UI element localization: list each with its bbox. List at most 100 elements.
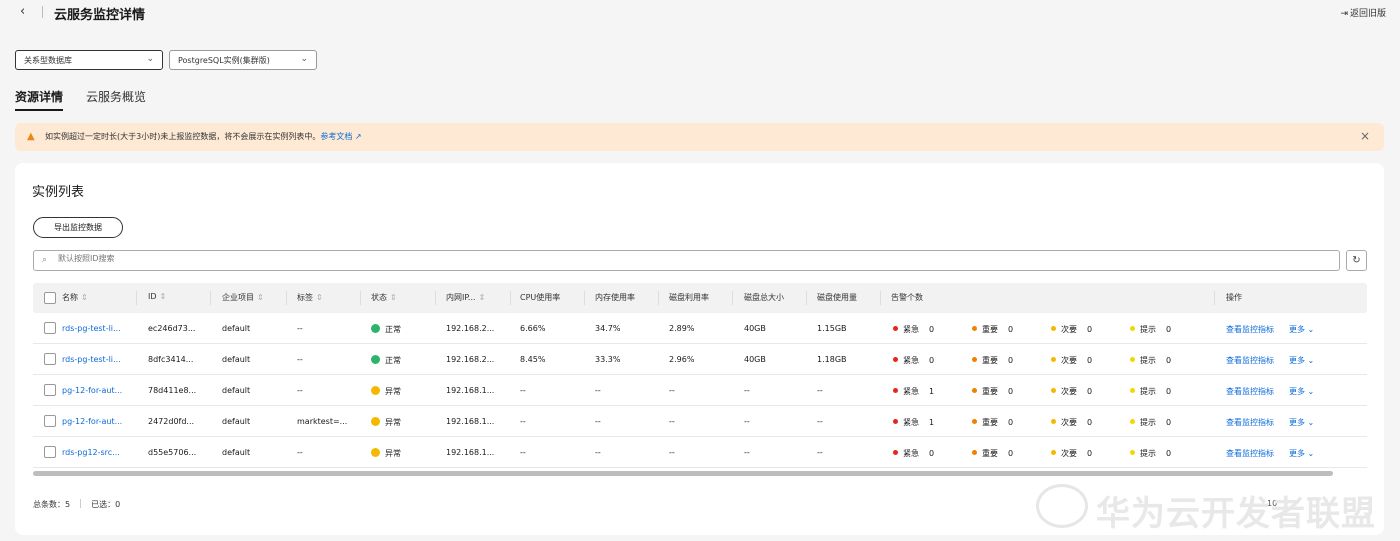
page-title: 云服务监控详情 (54, 8, 146, 23)
more-dropdown[interactable]: 更多 ⌄ (1289, 448, 1314, 459)
private-ip: 192.168.2... (446, 355, 495, 364)
close-icon[interactable]: × (1360, 129, 1370, 143)
chevron-down-icon: ⌄ (1307, 325, 1315, 334)
view-metrics-link[interactable]: 查看监控指标 (1226, 448, 1274, 459)
search-input[interactable] (58, 254, 958, 263)
table-row: pg-12-for-aut... 78d411e8... default -- … (33, 375, 1367, 406)
export-monitoring-data-button[interactable]: 导出监控数据 (33, 217, 123, 238)
col-name[interactable]: 名称 ⇕ (62, 292, 88, 303)
row-checkbox[interactable] (44, 446, 56, 458)
column-divider (880, 291, 881, 305)
back-arrow-icon[interactable]: ‹ (20, 4, 25, 19)
row-checkbox[interactable] (44, 384, 56, 396)
db-type-select[interactable]: 关系型数据库 ⌄ (15, 50, 163, 70)
table-footer: 总条数：5 已选：0 (33, 499, 120, 510)
warning-circle-icon (371, 386, 380, 395)
enterprise-project: default (222, 417, 251, 426)
weibo-logo-icon (1036, 484, 1088, 528)
more-dropdown[interactable]: 更多 ⌄ (1289, 324, 1314, 335)
minor-dot-icon (1051, 326, 1056, 331)
instance-list-card: 实例列表 导出监控数据 ⌕ ↻ 名称⇕ ID⇕ 企业项目⇕ 标签⇕ 状态⇕ 内网… (15, 163, 1384, 535)
sort-icon: ⇕ (257, 293, 264, 302)
view-metrics-link[interactable]: 查看监控指标 (1226, 417, 1274, 428)
row-checkbox[interactable] (44, 353, 56, 365)
info-label: 提示 (1140, 325, 1156, 334)
col-tags[interactable]: 标签 ⇕ (297, 292, 323, 303)
refresh-button[interactable]: ↻ (1346, 250, 1367, 271)
horizontal-scrollbar[interactable] (33, 471, 1333, 476)
info-count: 0 (1166, 418, 1172, 427)
alarm-critical: 紧急 1 (893, 417, 934, 428)
col-cpu: CPU使用率 (520, 293, 561, 302)
critical-label: 紧急 (903, 325, 919, 334)
table-row: rds-pg-test-li... ec246d73... default --… (33, 313, 1367, 344)
info-dot-icon (1130, 357, 1135, 362)
row-checkbox[interactable] (44, 322, 56, 334)
tab-service-overview[interactable]: 云服务概览 (86, 88, 146, 105)
minor-count: 0 (1087, 418, 1093, 427)
col-ip[interactable]: 内网IP... ⇕ (446, 292, 485, 303)
minor-dot-icon (1051, 450, 1056, 455)
alarm-minor: 次要 0 (1051, 386, 1092, 397)
major-label: 重要 (982, 418, 998, 427)
memory-usage: 34.7% (595, 324, 621, 333)
cpu-usage: -- (520, 417, 526, 426)
critical-dot-icon (893, 357, 898, 362)
top-bar: ‹ 云服务监控详情 ⇥ 返回旧版 (0, 0, 1400, 26)
check-circle-icon (371, 355, 380, 364)
col-alarms: 告警个数 (891, 293, 923, 302)
search-box[interactable]: ⌕ (33, 250, 1340, 271)
watermark: 华为云开发者联盟 (1036, 484, 1388, 534)
critical-label: 紧急 (903, 418, 919, 427)
view-metrics-link[interactable]: 查看监控指标 (1226, 355, 1274, 366)
column-divider (360, 291, 361, 305)
instance-name-link[interactable]: pg-12-for-aut... (62, 417, 122, 426)
major-count: 0 (1008, 325, 1014, 334)
critical-dot-icon (893, 419, 898, 424)
enterprise-project: default (222, 324, 251, 333)
col-project-label: 企业项目 (222, 293, 254, 302)
check-circle-icon (371, 324, 380, 333)
view-metrics-link[interactable]: 查看监控指标 (1226, 386, 1274, 397)
col-id[interactable]: ID ⇕ (148, 292, 166, 301)
warning-icon: ▲ (27, 131, 35, 142)
minor-count: 0 (1087, 356, 1093, 365)
more-dropdown[interactable]: 更多 ⌄ (1289, 386, 1314, 397)
disk-utilization: -- (669, 417, 675, 426)
tab-resource-details[interactable]: 资源详情 (15, 88, 63, 105)
disk-utilization: 2.96% (669, 355, 695, 364)
return-old-version-link[interactable]: ⇥ 返回旧版 (1340, 6, 1386, 19)
more-dropdown[interactable]: 更多 ⌄ (1289, 417, 1314, 428)
warning-circle-icon (371, 417, 380, 426)
private-ip: 192.168.1... (446, 386, 495, 395)
column-divider (1214, 291, 1215, 305)
col-status[interactable]: 状态 ⇕ (371, 292, 397, 303)
status: 异常 (371, 417, 401, 428)
search-icon: ⌕ (42, 255, 48, 265)
instance-name-link[interactable]: rds-pg-test-li... (62, 355, 121, 364)
reference-doc-link[interactable]: 参考文档 ↗ (320, 132, 361, 141)
view-metrics-link[interactable]: 查看监控指标 (1226, 324, 1274, 335)
major-label: 重要 (982, 325, 998, 334)
disk-used: -- (817, 417, 823, 426)
notice-banner: ▲ 如实例超过一定时长(大于3小时)未上报监控数据，将不会展示在实例列表中。参考… (15, 123, 1384, 151)
minor-label: 次要 (1061, 356, 1077, 365)
instance-type-select[interactable]: PostgreSQL实例(集群版) ⌄ (169, 50, 317, 70)
selected-count: 0 (115, 500, 121, 509)
more-dropdown[interactable]: 更多 ⌄ (1289, 355, 1314, 366)
memory-usage: -- (595, 448, 601, 457)
instance-list-title: 实例列表 (32, 185, 85, 200)
instance-name-link[interactable]: rds-pg-test-li... (62, 324, 121, 333)
col-project[interactable]: 企业项目 ⇕ (222, 292, 264, 303)
alarm-critical: 紧急 1 (893, 386, 934, 397)
row-checkbox[interactable] (44, 415, 56, 427)
minor-dot-icon (1051, 388, 1056, 393)
column-divider (286, 291, 287, 305)
instance-name-link[interactable]: pg-12-for-aut... (62, 386, 122, 395)
major-count: 0 (1008, 449, 1014, 458)
instance-name-link[interactable]: rds-pg12-src... (62, 448, 120, 457)
select-all-checkbox[interactable] (44, 292, 56, 304)
memory-usage: 33.3% (595, 355, 621, 364)
tags: -- (297, 386, 303, 395)
chevron-down-icon: ⌄ (1307, 418, 1315, 427)
